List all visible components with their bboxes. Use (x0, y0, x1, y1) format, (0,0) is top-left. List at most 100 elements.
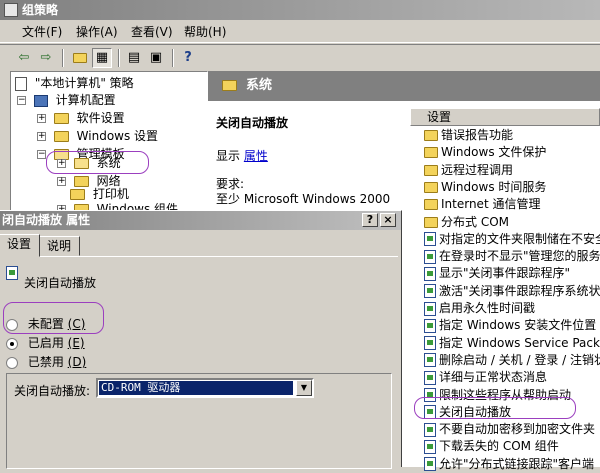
tree-item-label: 打印机 (92, 187, 129, 201)
radio-disabled-indicator[interactable] (6, 356, 18, 369)
column-header-settings[interactable]: 设置 (410, 108, 600, 126)
folder-icon (424, 199, 438, 211)
menu-file[interactable]: 文件(F) (22, 24, 62, 40)
computer-icon (33, 94, 48, 107)
toolbar-separator (62, 49, 64, 67)
tree-item-software-settings[interactable]: + 软件设置 (37, 109, 125, 127)
list-item[interactable]: 远程过程调用 (424, 162, 513, 179)
folder-icon (73, 52, 87, 63)
list-item-label: Windows 时间服务 (441, 179, 547, 194)
list-item[interactable]: 分布式 COM (424, 214, 509, 231)
policy-setting-icon (424, 370, 436, 385)
list-item[interactable]: 详细与正常状态消息 (424, 369, 547, 386)
details-header: 系统 (208, 71, 600, 101)
tree-pane[interactable]: "本地计算机" 策略 − 计算机配置 + 软件设置 + Windows 设置 −… (10, 71, 208, 211)
chevron-down-icon[interactable]: ▼ (296, 380, 312, 396)
tree-item-partial[interactable]: + Windows 组件 (57, 200, 178, 210)
folder-icon (53, 113, 69, 124)
tree-item-label: Windows 组件 (96, 202, 179, 210)
tree-item-computer-config[interactable]: − 计算机配置 (17, 91, 116, 109)
list-item-label: 错误报告功能 (441, 128, 514, 142)
annotation-circle-system (46, 151, 149, 174)
list-item[interactable]: Windows 时间服务 (424, 179, 546, 196)
list-item[interactable]: Internet 通信管理 (424, 196, 540, 213)
properties-dialog: 闭自动播放 属性 ? × 设置 说明 关闭自动播放 未配置 (C) 已启用 (E… (0, 210, 402, 469)
policy-setting-icon (424, 422, 436, 437)
properties-link[interactable]: 属性 (244, 149, 268, 163)
expand-icon[interactable]: + (57, 177, 66, 186)
collapse-icon[interactable]: − (17, 96, 26, 105)
show-label: 显示 (216, 149, 241, 163)
list-item-label: 删除启动 / 关机 / 登录 / 注销状 (439, 352, 600, 367)
show-properties-line: 显示 属性 (216, 147, 268, 164)
help-icon[interactable]: ? (178, 48, 198, 68)
list-item-label: 在登录时不显示"管理您的服务 (439, 249, 600, 264)
tree-item-root[interactable]: "本地计算机" 策略 (15, 74, 134, 92)
policy-name: 关闭自动播放 (24, 276, 97, 290)
properties-icon[interactable]: ▤ (124, 48, 144, 68)
tab-explanation[interactable]: 说明 (38, 236, 81, 256)
dialog-help-button[interactable]: ? (362, 213, 378, 227)
list-item[interactable]: 对指定的文件夹限制储在不安全 (424, 231, 600, 248)
forward-arrow-icon[interactable]: ⇨ (36, 48, 56, 68)
policy-document-icon (15, 76, 27, 91)
collapse-icon[interactable]: − (37, 150, 46, 159)
list-item[interactable]: 指定 Windows 安装文件位置 (424, 317, 596, 334)
list-item[interactable]: 在登录时不显示"管理您的服务 (424, 248, 600, 265)
policy-description-title: 关闭自动播放 (216, 116, 289, 130)
folder-icon (53, 131, 69, 142)
list-item[interactable]: 启用永久性时间戳 (424, 300, 535, 317)
combo-label: 关闭自动播放: (14, 384, 91, 398)
dialog-title: 闭自动播放 属性 (2, 213, 91, 227)
list-item[interactable]: Windows 文件保护 (424, 144, 546, 161)
folder-icon (424, 216, 438, 228)
list-item-label: 远程过程调用 (441, 162, 514, 177)
list-item[interactable]: 指定 Windows Service Pack 安装 (424, 335, 600, 352)
requirements-value: 至少 Microsoft Windows 2000 (216, 192, 391, 206)
menu-action[interactable]: 操作(A) (76, 24, 118, 40)
radio-accel-key: (E) (67, 336, 85, 350)
list-item-label: 对指定的文件夹限制储在不安全 (439, 231, 600, 246)
policy-setting-icon (424, 284, 436, 299)
menu-help[interactable]: 帮助(H) (184, 24, 226, 40)
expand-icon[interactable]: + (37, 114, 46, 123)
toolbar-separator (172, 49, 174, 67)
list-item[interactable]: 不要自动加密移到加密文件夹 (424, 421, 595, 438)
list-item[interactable]: 错误报告功能 (424, 127, 513, 144)
list-item[interactable]: 允许"分布式链接跟踪"客户端 (424, 456, 594, 473)
policy-icon (6, 265, 18, 280)
dialog-close-button[interactable]: × (380, 213, 396, 227)
folder-open-icon (222, 80, 237, 91)
radio-label: 已启用 (27, 336, 64, 350)
list-item-label: 激活"关闭事件跟踪程序系统状 (439, 283, 600, 298)
export-list-icon[interactable]: ▣ (146, 48, 166, 68)
policy-setting-icon (424, 318, 436, 333)
radio-label: 已禁用 (27, 355, 64, 369)
policy-setting-icon (424, 336, 436, 351)
radio-disabled[interactable]: 已禁用 (D) (6, 353, 86, 370)
show-hide-tree-icon[interactable]: ▦ (92, 48, 112, 68)
list-item[interactable]: 下载丢失的 COM 组件 (424, 438, 559, 455)
list-item[interactable]: 删除启动 / 关机 / 登录 / 注销状 (424, 352, 600, 369)
list-item-label: 指定 Windows 安装文件位置 (439, 318, 597, 333)
up-folder-icon[interactable] (70, 48, 90, 68)
policy-setting-icon (424, 301, 436, 316)
back-arrow-icon[interactable]: ⇦ (14, 48, 34, 68)
window-title-bar[interactable]: 组策略 (0, 0, 600, 20)
radio-enabled[interactable]: 已启用 (E) (6, 334, 85, 351)
tree-item-windows-settings[interactable]: + Windows 设置 (37, 127, 158, 145)
expand-icon[interactable]: + (37, 132, 46, 141)
autoplay-drive-select[interactable]: CD-ROM 驱动器 ▼ (96, 378, 314, 398)
list-item[interactable]: 激活"关闭事件跟踪程序系统状 (424, 283, 600, 300)
tree-item-label: 计算机配置 (55, 93, 116, 107)
dialog-title-bar[interactable]: 闭自动播放 属性 ? × (0, 211, 401, 230)
tab-settings[interactable]: 设置 (0, 234, 41, 257)
menu-view[interactable]: 查看(V) (131, 24, 173, 40)
radio-enabled-indicator[interactable] (6, 337, 18, 350)
policy-setting-icon (424, 457, 436, 472)
window-title: 组策略 (22, 3, 59, 17)
folder-icon (424, 130, 438, 141)
list-item[interactable]: 显示"关闭事件跟踪程序" (424, 265, 570, 282)
list-item-label: 启用永久性时间戳 (439, 301, 536, 315)
folder-icon (424, 181, 438, 193)
